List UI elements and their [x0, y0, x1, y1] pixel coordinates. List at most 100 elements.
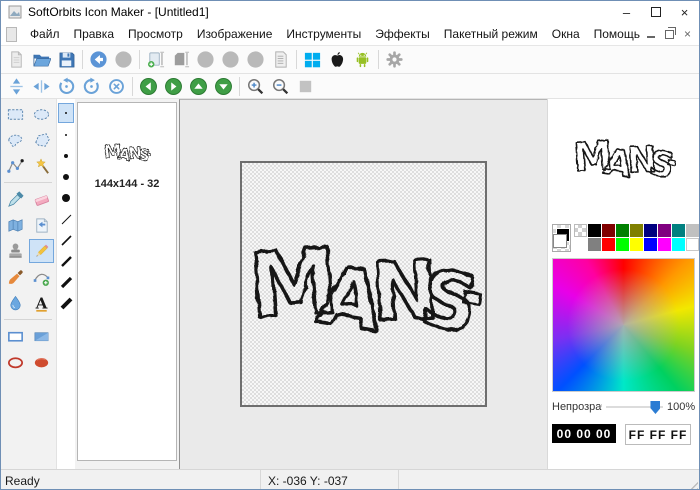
tool-path-button[interactable]	[3, 154, 28, 178]
slider-thumb[interactable]	[650, 401, 660, 414]
color-swatch-00ff00[interactable]	[616, 238, 629, 251]
color-swatch-008080[interactable]	[672, 224, 685, 237]
color-swatch-808080[interactable]	[588, 238, 601, 251]
transparent-color-swatch[interactable]	[574, 224, 587, 237]
menu-item-4[interactable]: Изображение	[190, 25, 280, 43]
edit-zoom-in-button[interactable]	[243, 75, 268, 98]
tool-curve-button[interactable]	[29, 265, 54, 289]
menu-item-8[interactable]: Окна	[545, 25, 587, 43]
tool-ellipse-filled-button[interactable]	[29, 350, 54, 374]
drawing-canvas[interactable]: MANS	[240, 161, 487, 407]
color-swatch-ffff00[interactable]	[630, 238, 643, 251]
edit-shift-left-button[interactable]	[136, 75, 161, 98]
tb-android-button[interactable]	[350, 48, 375, 71]
color-swatch-000080[interactable]	[644, 224, 657, 237]
menu-item-3[interactable]: Просмотр	[121, 25, 190, 43]
tool-rect-filled-button[interactable]	[29, 324, 54, 348]
menu-item-9[interactable]: Помощь	[587, 25, 647, 43]
edit-flip-horizontal-button[interactable]	[29, 75, 54, 98]
tb-resize-image-button	[168, 48, 193, 71]
tool-brush-button[interactable]	[3, 265, 28, 289]
tool-replace-color-button[interactable]	[29, 213, 54, 237]
edit-zoom-reset-button	[293, 75, 318, 98]
menu-item-1[interactable]: Файл	[23, 25, 67, 43]
close-button[interactable]: ×	[670, 1, 699, 23]
mdi-minimize-button[interactable]	[647, 36, 655, 38]
menu-item-7[interactable]: Пакетный режим	[437, 25, 545, 43]
edit-rotate-left-button[interactable]	[54, 75, 79, 98]
tool-eraser-button[interactable]	[29, 187, 54, 211]
tb-add-image-button[interactable]	[143, 48, 168, 71]
edit-shift-up-button[interactable]	[186, 75, 211, 98]
brush-size-9[interactable]	[58, 273, 74, 291]
color-swatch-000000[interactable]	[588, 224, 601, 237]
resize-grip[interactable]	[686, 478, 698, 490]
edit-zoom-out-button[interactable]	[268, 75, 293, 98]
tb-apple-button[interactable]	[325, 48, 350, 71]
color-swatch-0000ff[interactable]	[644, 238, 657, 251]
color-swatch-800080[interactable]	[658, 224, 671, 237]
zoom-out-icon	[271, 77, 290, 96]
brush-size-8[interactable]	[58, 252, 74, 270]
mdi-restore-button[interactable]	[665, 30, 674, 39]
fg-bg-swatch[interactable]	[552, 224, 571, 252]
brush-size-7[interactable]	[58, 231, 74, 249]
color-swatch-800000[interactable]	[602, 224, 615, 237]
tool-text-button[interactable]: A	[29, 291, 54, 315]
brush-size-5[interactable]	[58, 189, 74, 207]
color-swatch-ff0000[interactable]	[602, 238, 615, 251]
brush-size-10[interactable]	[58, 294, 74, 312]
tool-stamp-button[interactable]	[3, 239, 28, 263]
tb-settings-gear-button[interactable]	[382, 48, 407, 71]
menu-item-5[interactable]: Инструменты	[279, 25, 368, 43]
edit-rotate-angle-button[interactable]	[104, 75, 129, 98]
mdi-close-button[interactable]: ×	[684, 29, 691, 39]
brush-size-6[interactable]	[58, 210, 74, 228]
background-color-swatch[interactable]	[553, 234, 567, 248]
tool-fill-button[interactable]	[3, 213, 28, 237]
edit-rotate-right-button[interactable]	[79, 75, 104, 98]
tool-lasso-button[interactable]	[3, 128, 28, 152]
toolbar-separator	[239, 77, 240, 96]
redo-icon	[114, 50, 133, 69]
tool-pencil-button[interactable]	[29, 239, 54, 263]
tool-blur-drop-button[interactable]	[3, 291, 28, 315]
brush-size-3[interactable]	[58, 147, 74, 165]
tool-select-polygon-button[interactable]	[29, 128, 54, 152]
tool-ellipse-outline-button[interactable]	[3, 350, 28, 374]
brush-size-1[interactable]	[58, 103, 74, 123]
opacity-slider[interactable]	[606, 400, 663, 414]
maximize-button[interactable]	[641, 1, 670, 23]
tb-save-button[interactable]	[54, 48, 79, 71]
rect-outline-icon	[6, 327, 25, 346]
toolbox-separator	[4, 319, 52, 320]
tb-undo-button[interactable]	[86, 48, 111, 71]
color-gradient-picker[interactable]	[552, 258, 695, 392]
tb-windows-button[interactable]	[300, 48, 325, 71]
tool-rect-outline-button[interactable]	[3, 324, 28, 348]
tool-magic-wand-button[interactable]	[29, 154, 54, 178]
edit-flip-vertical-button[interactable]	[4, 75, 29, 98]
brush-size-2[interactable]	[58, 126, 74, 144]
tool-select-ellipse-button[interactable]	[29, 102, 54, 126]
tb-open-file-button[interactable]	[29, 48, 54, 71]
tool-eyedropper-button[interactable]	[3, 187, 28, 211]
brush-size-4[interactable]	[58, 168, 74, 186]
color-swatch-ff00ff[interactable]	[658, 238, 671, 251]
disabled-circle-icon	[196, 50, 215, 69]
color-swatch-808000[interactable]	[630, 224, 643, 237]
minimize-button[interactable]: –	[612, 1, 641, 23]
icon-thumbnail[interactable]: MANS	[103, 139, 151, 164]
edit-shift-down-button[interactable]	[211, 75, 236, 98]
menu-item-2[interactable]: Правка	[66, 25, 121, 43]
menu-item-6[interactable]: Эффекты	[368, 25, 437, 43]
color-swatch-ffffff[interactable]	[686, 238, 699, 251]
foreground-hex-value[interactable]: 00 00 00	[552, 424, 616, 443]
icon-list[interactable]: MANS 144x144 - 32	[77, 102, 177, 461]
color-swatch-008000[interactable]	[616, 224, 629, 237]
edit-shift-right-button[interactable]	[161, 75, 186, 98]
color-swatch-c0c0c0[interactable]	[686, 224, 699, 237]
background-hex-value[interactable]: FF FF FF	[625, 424, 691, 445]
color-swatch-00ffff[interactable]	[672, 238, 685, 251]
tool-select-rect-button[interactable]	[3, 102, 28, 126]
